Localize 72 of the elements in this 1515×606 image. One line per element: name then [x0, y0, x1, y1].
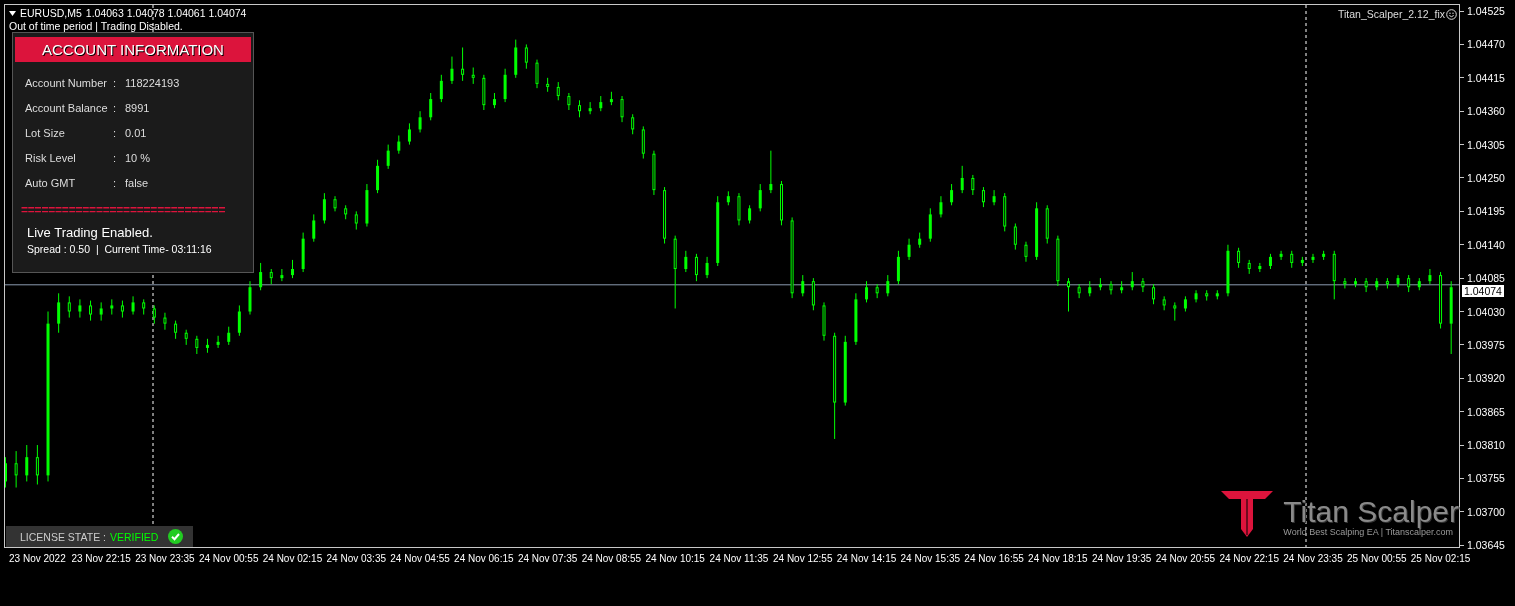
trading-status: Out of time period | Trading Disabled. [9, 20, 183, 32]
price-tick: 1.04030 [1467, 305, 1505, 318]
dropdown-icon[interactable] [9, 11, 16, 16]
expert-name: Titan_Scalper_2.12_fix [1338, 8, 1445, 20]
price-tick: 1.04305 [1467, 138, 1505, 151]
time-tick: 25 Nov 02:15 [1410, 553, 1471, 565]
license-state: VERIFIED [109, 530, 159, 543]
price-tick: 1.03810 [1467, 439, 1505, 452]
field-value: 118224193 [125, 76, 181, 91]
time-tick: 24 Nov 11:35 [709, 553, 769, 565]
time-tick: 24 Nov 15:35 [900, 553, 961, 565]
symbol-label: EURUSD,M5 [20, 7, 82, 20]
time-tick: 24 Nov 19:35 [1091, 553, 1152, 565]
time-tick: 24 Nov 03:35 [326, 553, 387, 565]
ohlc-values: 1.04063 1.04078 1.04061 1.04074 [85, 7, 247, 20]
time-tick: 24 Nov 18:15 [1028, 553, 1088, 565]
price-tick: 1.04470 [1467, 38, 1505, 51]
field-label: Risk Level [25, 151, 77, 166]
time-tick: 24 Nov 08:55 [581, 553, 642, 565]
time-tick: 24 Nov 02:15 [262, 553, 323, 565]
price-tick: 1.04525 [1467, 5, 1505, 18]
logo-tagline: World Best Scalping EA | Titanscalper.com [1283, 527, 1454, 537]
field-value: false [125, 176, 150, 191]
time-tick: 24 Nov 00:55 [198, 553, 259, 565]
time-tick: 25 Nov 00:55 [1347, 553, 1407, 565]
price-tick: 1.04415 [1467, 71, 1505, 84]
time-tick: 24 Nov 07:35 [517, 553, 578, 565]
field-label: Auto GMT [25, 176, 77, 191]
logo-name: Titan Scalper [1283, 497, 1459, 527]
time-tick: 23 Nov 22:15 [71, 553, 131, 565]
field-colon: : [113, 126, 118, 141]
time-tick: 23 Nov 23:35 [135, 553, 195, 565]
separator-line: ============================== [21, 203, 227, 217]
field-label: Lot Size [25, 126, 66, 141]
license-label: LICENSE STATE : [20, 530, 106, 543]
smiley-icon[interactable] [1446, 8, 1457, 20]
time-tick: 24 Nov 14:15 [836, 553, 897, 565]
time-tick: 24 Nov 12:55 [773, 553, 833, 565]
field-colon: : [113, 76, 118, 91]
price-tick: 1.03645 [1467, 539, 1505, 552]
field-value: 0.01 [125, 126, 148, 141]
time-tick: 23 Nov 2022 [9, 553, 66, 565]
price-tick: 1.04360 [1467, 105, 1505, 118]
time-tick: 24 Nov 20:55 [1155, 553, 1216, 565]
field-colon: : [113, 101, 118, 116]
time-tick: 24 Nov 23:35 [1283, 553, 1343, 565]
time-tick: 24 Nov 22:15 [1219, 553, 1279, 565]
time-tick: 24 Nov 04:55 [390, 553, 450, 565]
price-tick: 1.04085 [1467, 272, 1505, 285]
price-tick: 1.03920 [1467, 372, 1505, 385]
price-tick: 1.03975 [1467, 338, 1505, 351]
field-label: Account Number [25, 76, 108, 91]
price-tick: 1.04140 [1467, 238, 1505, 251]
field-colon: : [113, 151, 118, 166]
price-tick: 1.04250 [1467, 171, 1505, 184]
spread-time-info: Spread : 0.50 | Current Time- 03:11:16 [27, 243, 213, 255]
field-label: Account Balance [25, 101, 109, 116]
field-value: 10 % [125, 151, 152, 166]
logo-icon [1221, 489, 1274, 537]
field-value: 8991 [125, 101, 151, 116]
check-icon [168, 529, 184, 544]
price-tick: 1.04195 [1467, 205, 1505, 218]
time-tick: 24 Nov 16:55 [964, 553, 1024, 565]
time-tick: 24 Nov 06:15 [454, 553, 514, 565]
panel-title: ACCOUNT INFORMATION [15, 37, 251, 62]
field-colon: : [113, 176, 118, 191]
price-tick: 1.03865 [1467, 405, 1505, 418]
live-status: Live Trading Enabled. [27, 225, 154, 240]
price-tick: 1.03755 [1467, 472, 1505, 485]
current-price-label: 1.04074 [1462, 284, 1504, 297]
time-tick: 24 Nov 10:15 [645, 553, 705, 565]
price-tick: 1.03700 [1467, 505, 1505, 518]
